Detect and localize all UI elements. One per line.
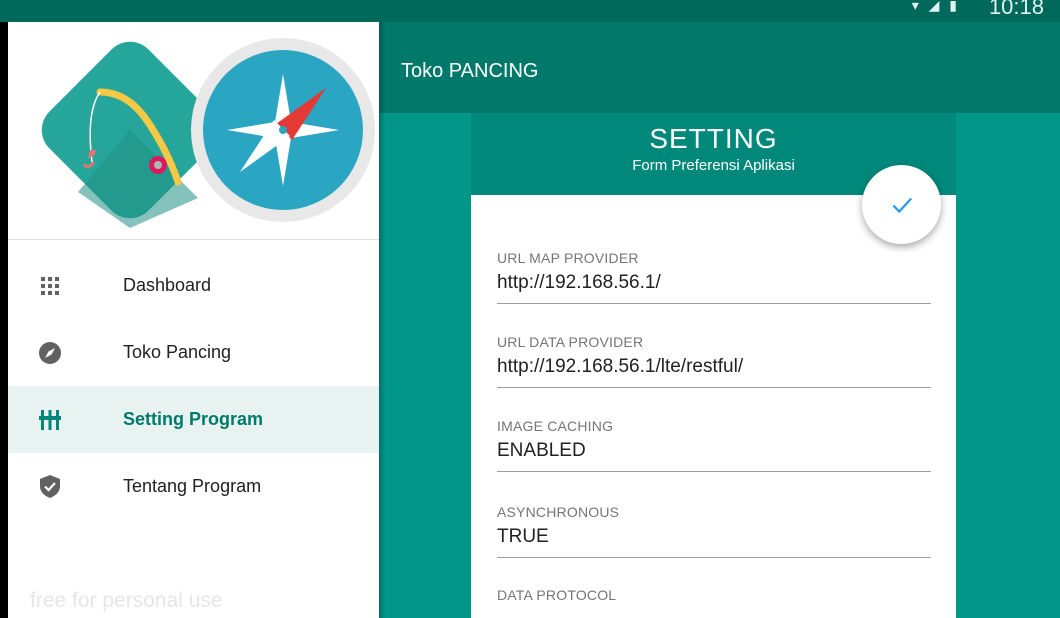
check-icon xyxy=(892,197,912,213)
compass-icon xyxy=(38,341,62,365)
data-protocol-input[interactable] xyxy=(497,609,931,618)
drawer-header xyxy=(8,22,379,240)
equalizer-icon xyxy=(38,408,62,432)
image-caching-field: IMAGE CACHING ENABLED xyxy=(497,418,931,472)
nav-label: Setting Program xyxy=(123,409,264,429)
url-data-provider-input[interactable]: http://192.168.56.1/lte/restful/ xyxy=(497,356,931,388)
navigation-drawer: Dashboard Toko Pancing Setting Program T… xyxy=(8,22,379,618)
drawer-shadow xyxy=(379,22,385,618)
url-map-provider-field: URL MAP PROVIDER http://192.168.56.1/ xyxy=(497,250,931,304)
fishing-rod-compass-logo xyxy=(41,38,375,228)
field-label: URL MAP PROVIDER xyxy=(497,250,639,266)
drawer-menu: Dashboard Toko Pancing Setting Program T… xyxy=(8,252,379,520)
shield-check-icon xyxy=(38,475,62,499)
app-title: Toko PANCING xyxy=(401,60,539,82)
nav-item-dashboard[interactable]: Dashboard xyxy=(8,252,379,319)
status-icons: ▾ ◢ ▮ xyxy=(911,0,960,13)
asynchronous-input[interactable]: TRUE xyxy=(497,526,931,558)
save-button[interactable] xyxy=(862,165,941,244)
asynchronous-field: ASYNCHRONOUS TRUE xyxy=(497,504,931,558)
nav-item-tentang-program[interactable]: Tentang Program xyxy=(8,453,379,520)
nav-label: Dashboard xyxy=(123,275,212,295)
field-label: DATA PROTOCOL xyxy=(497,587,617,603)
data-protocol-field: DATA PROTOCOL xyxy=(497,587,931,618)
status-bar: ▾ ◢ ▮ 10:18 xyxy=(0,0,1060,22)
watermark-text: free for personal use xyxy=(30,589,223,612)
app-bar: Toko PANCING xyxy=(379,22,1060,113)
nav-label: Tentang Program xyxy=(123,476,262,496)
nav-item-toko-pancing[interactable]: Toko Pancing xyxy=(8,319,379,386)
field-label: IMAGE CACHING xyxy=(497,418,614,434)
form-title: SETTING xyxy=(649,123,778,154)
status-clock: 10:18 xyxy=(988,0,1044,19)
settings-form: URL MAP PROVIDER http://192.168.56.1/ UR… xyxy=(471,195,956,618)
url-data-provider-field: URL DATA PROVIDER http://192.168.56.1/lt… xyxy=(497,334,931,388)
field-label: URL DATA PROVIDER xyxy=(497,334,644,350)
nav-label: Toko Pancing xyxy=(123,342,232,362)
nav-item-setting-program[interactable]: Setting Program xyxy=(8,386,379,453)
image-caching-input[interactable]: ENABLED xyxy=(497,440,931,472)
field-label: ASYNCHRONOUS xyxy=(497,504,620,520)
grid-icon xyxy=(38,274,62,298)
url-map-provider-input[interactable]: http://192.168.56.1/ xyxy=(497,272,931,304)
